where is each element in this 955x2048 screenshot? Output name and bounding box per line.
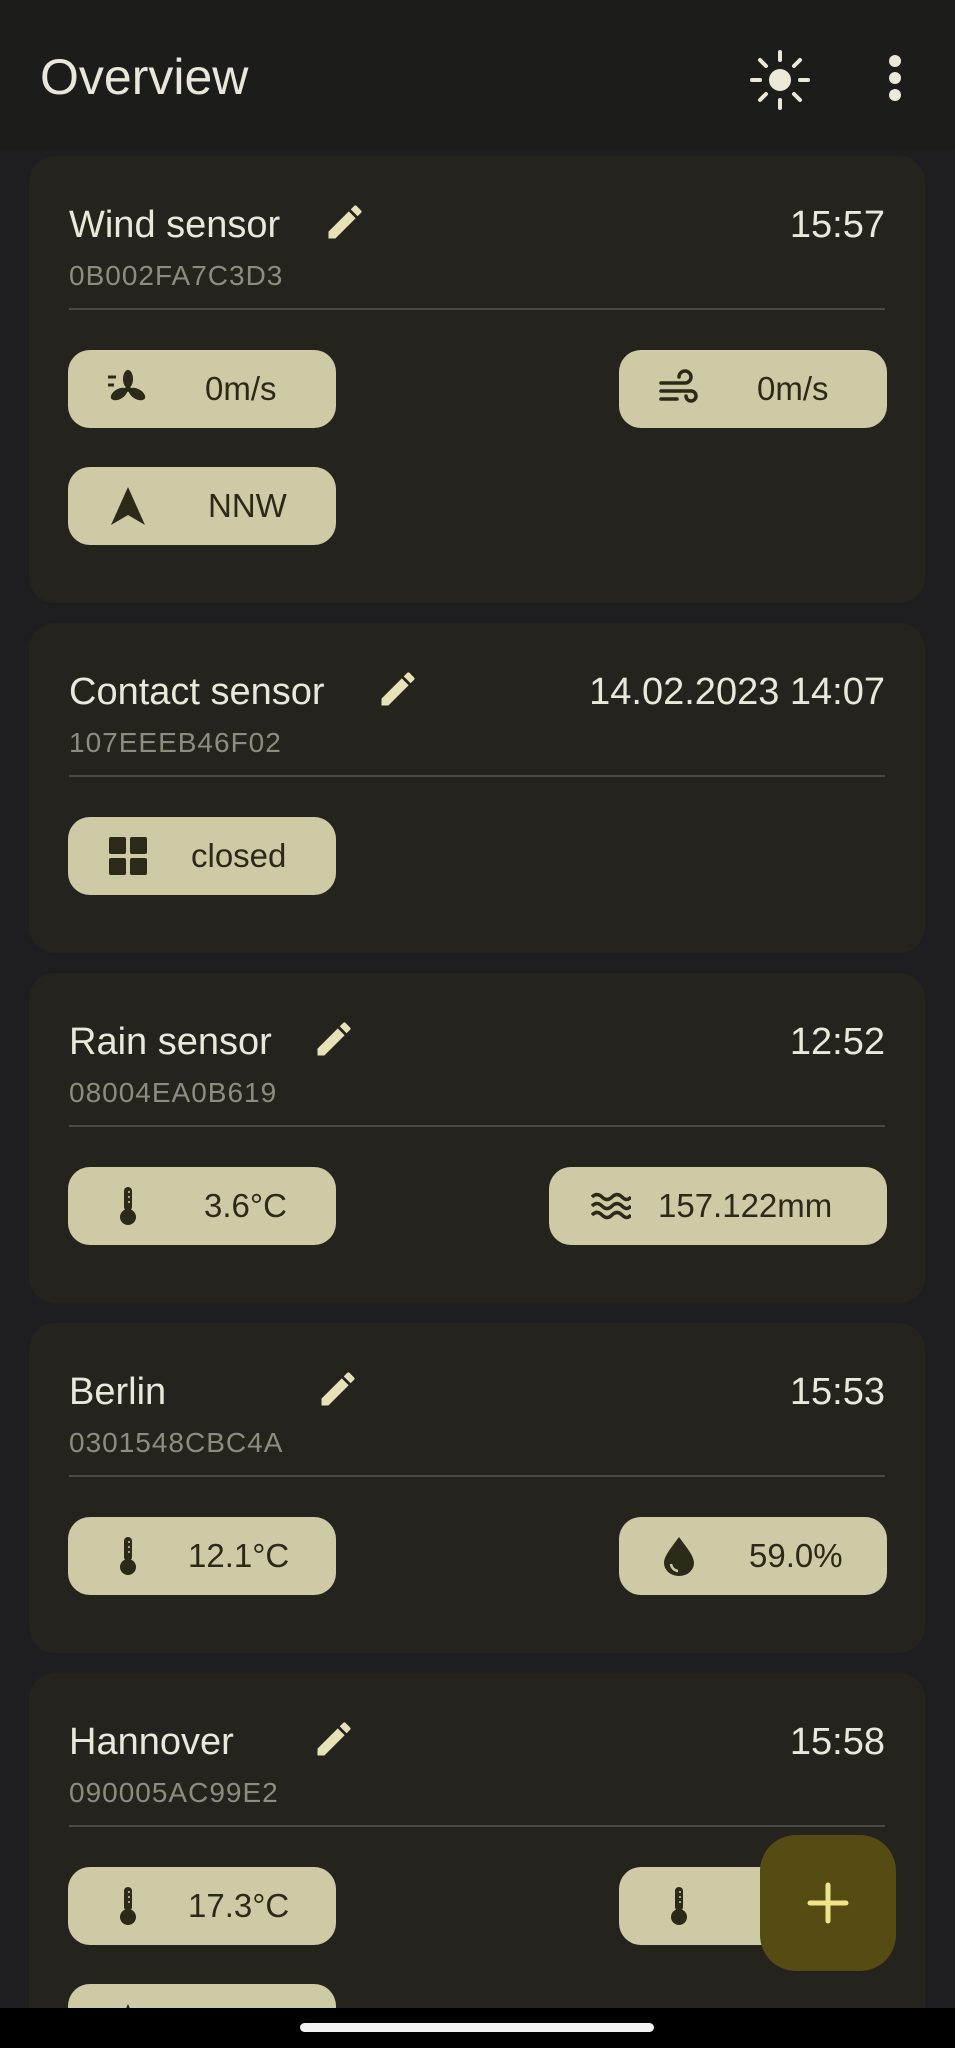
edit-name-button[interactable]: [376, 667, 420, 711]
chip-contact-state[interactable]: closed: [68, 817, 336, 895]
navigation-arrow-icon: [111, 487, 145, 525]
last-update-time: 15:57: [789, 204, 885, 246]
pencil-icon: [317, 1722, 351, 1756]
last-update-time: 15:53: [789, 1371, 885, 1413]
sensor-name: Berlin: [69, 1371, 167, 1413]
thermometer-icon: [120, 1537, 136, 1575]
sensor-card-rain[interactable]: Rain sensor 08004EA0B619 12:52 3.6°C 157…: [29, 973, 925, 1303]
thermometer-icon: [671, 1887, 687, 1925]
home-gesture-handle[interactable]: [300, 2023, 654, 2032]
sensor-id: 0B002FA7C3D3: [69, 260, 284, 291]
divider: [69, 1475, 885, 1477]
pencil-icon: [317, 1022, 351, 1056]
chip-value: 157.122mm: [658, 1187, 833, 1224]
waves-icon: [591, 1192, 631, 1220]
system-navigation-bar: [0, 2008, 955, 2048]
thermometer-icon: [120, 1187, 136, 1225]
chip-temperature[interactable]: 12.1°C: [68, 1517, 336, 1595]
sensor-card-contact[interactable]: Contact sensor 107EEEB46F02 14.02.2023 1…: [29, 623, 925, 953]
more-options-button[interactable]: [860, 45, 930, 115]
sensor-id: 090005AC99E2: [69, 1777, 279, 1808]
water-drop-icon: [664, 1537, 694, 1576]
chip-value: 0m/s: [205, 370, 277, 407]
divider: [69, 308, 885, 310]
sensor-id: 0301548CBC4A: [69, 1427, 284, 1458]
pencil-icon: [321, 1372, 355, 1406]
edit-name-button[interactable]: [316, 1367, 360, 1411]
chip-wind-speed[interactable]: 0m/s: [68, 350, 336, 428]
sensor-card-berlin[interactable]: Berlin 0301548CBC4A 15:53 12.1°C 59.0%: [29, 1323, 925, 1653]
chip-wind-direction[interactable]: NNW: [68, 467, 336, 545]
sensor-id: 107EEEB46F02: [69, 727, 282, 758]
chip-value: 0m/s: [757, 370, 829, 407]
more-vert-icon: [889, 55, 901, 101]
chip-temperature[interactable]: 3.6°C: [68, 1167, 336, 1245]
chip-value: 59.0%: [749, 1537, 843, 1574]
page-title: Overview: [40, 49, 249, 105]
theme-toggle-button[interactable]: [745, 45, 815, 115]
top-app-bar: Overview: [0, 0, 955, 150]
chip-rainfall[interactable]: 157.122mm: [549, 1167, 887, 1245]
chip-temperature[interactable]: 17.3°C: [68, 1867, 336, 1945]
chip-value: 17.3°C: [188, 1887, 290, 1924]
last-update-time: 15:58: [789, 1721, 885, 1763]
chip-value: NNW: [208, 487, 287, 524]
pencil-icon: [328, 205, 362, 239]
last-update-time: 14.02.2023 14:07: [589, 671, 885, 713]
window-icon: [109, 837, 147, 875]
sensor-name: Wind sensor: [69, 204, 281, 246]
wind-icon: [659, 369, 698, 403]
divider: [69, 1825, 885, 1827]
sensor-name: Rain sensor: [69, 1021, 272, 1063]
chip-humidity[interactable]: 59.0%: [619, 1517, 887, 1595]
sensor-id: 08004EA0B619: [69, 1077, 278, 1108]
chip-value: 3.6°C: [204, 1187, 287, 1224]
edit-name-button[interactable]: [323, 200, 367, 244]
sensor-name: Contact sensor: [69, 671, 325, 713]
edit-name-button[interactable]: [312, 1017, 356, 1061]
sun-icon: [750, 50, 810, 110]
chip-value: closed: [191, 837, 287, 874]
pencil-icon: [381, 672, 415, 706]
sensor-card-wind[interactable]: Wind sensor 0B002FA7C3D3 15:57 0m/s 0m/s…: [29, 156, 925, 603]
thermometer-icon: [120, 1887, 136, 1925]
divider: [69, 1125, 885, 1127]
last-update-time: 12:52: [789, 1021, 885, 1063]
chip-wind-gust[interactable]: 0m/s: [619, 350, 887, 428]
chip-value: 12.1°C: [188, 1537, 290, 1574]
add-sensor-fab[interactable]: [760, 1835, 896, 1971]
edit-name-button[interactable]: [312, 1717, 356, 1761]
divider: [69, 775, 885, 777]
add-icon: [807, 1882, 849, 1924]
fan-icon: [108, 370, 146, 401]
sensor-name: Hannover: [69, 1721, 234, 1763]
